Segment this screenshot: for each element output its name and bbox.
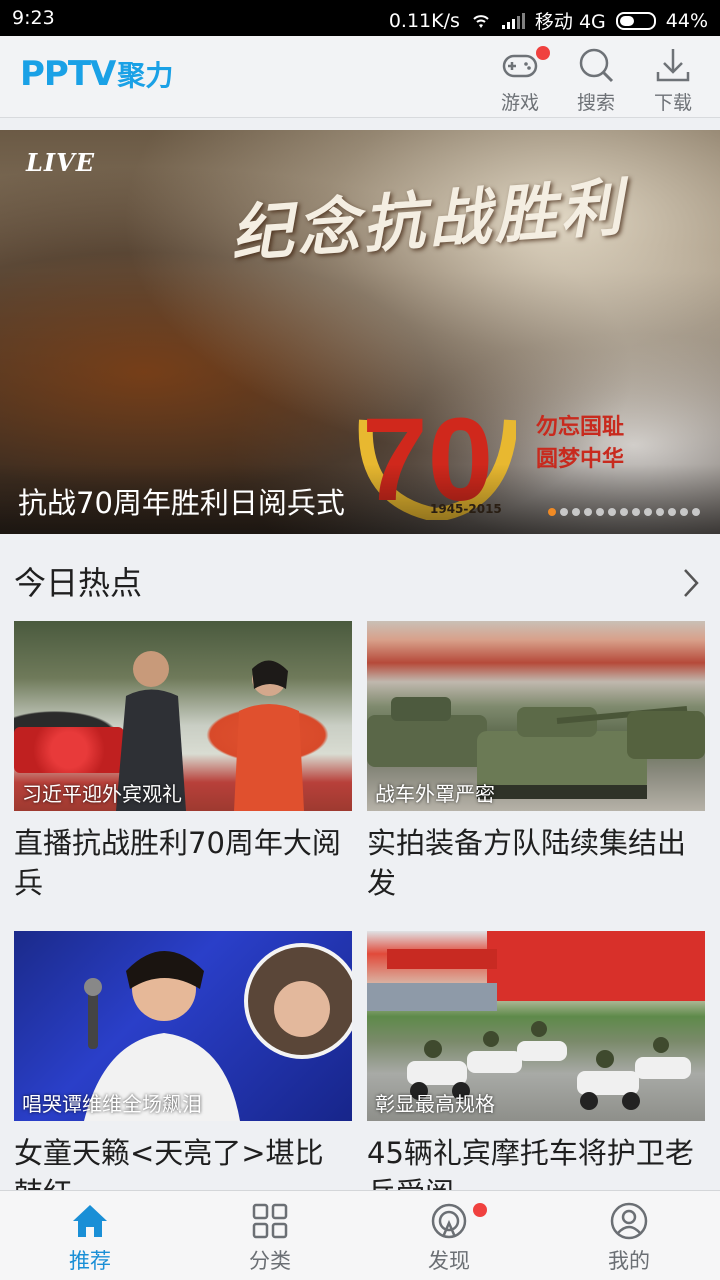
tab-label: 我的 <box>608 1249 650 1273</box>
pagination-dot[interactable] <box>572 508 580 516</box>
signal-icon <box>501 12 525 29</box>
tab-discover[interactable]: 发现 <box>399 1201 499 1275</box>
network-speed: 0.11K/s <box>388 9 460 32</box>
video-card[interactable]: 彰显最高规格 45辆礼宾摩托车将护卫老兵受阅 <box>367 931 705 1213</box>
video-card[interactable]: 唱哭谭维维全场飙泪 女童天籁<天亮了>堪比韩红 <box>14 931 352 1213</box>
logo-suffix: 聚力 <box>117 59 174 92</box>
video-card[interactable]: 战车外罩严密 实拍装备方队陆续集结出发 <box>367 621 705 903</box>
pagination-dot[interactable] <box>656 508 664 516</box>
video-thumbnail[interactable]: 彰显最高规格 <box>367 931 705 1121</box>
pagination-dot[interactable] <box>680 508 688 516</box>
pagination-dot[interactable] <box>644 508 652 516</box>
video-title[interactable]: 直播抗战胜利70周年大阅兵 <box>14 823 352 903</box>
download-button[interactable]: 下载 <box>641 44 705 114</box>
banner-hero-text: 纪念抗战胜利 <box>228 170 629 271</box>
pagination-dot[interactable] <box>560 508 568 516</box>
tab-categories[interactable]: 分类 <box>220 1201 320 1275</box>
live-badge: LIVE <box>26 148 96 177</box>
video-thumbnail[interactable]: 习近平迎外宾观礼 <box>14 621 352 811</box>
carrier-label: 移动 4G <box>534 11 606 33</box>
thumbnail-overlay: 习近平迎外宾观礼 <box>22 782 182 806</box>
games-badge <box>536 46 550 60</box>
discover-badge <box>473 1203 487 1217</box>
banner-pagination[interactable] <box>548 508 700 516</box>
banner-caption: 抗战70周年胜利日阅兵式 <box>18 486 345 520</box>
video-title[interactable]: 实拍装备方队陆续集结出发 <box>367 823 705 903</box>
pptv-logo[interactable]: PPTV 聚力 <box>20 54 173 94</box>
thumbnail-overlay: 唱哭谭维维全场飙泪 <box>22 1092 202 1116</box>
profile-icon <box>610 1202 648 1240</box>
download-label: 下载 <box>653 92 692 114</box>
status-bar: 9:23 0.11K/s 移动 4G 44% <box>0 0 720 36</box>
app-header: PPTV 聚力 游戏 搜索 下载 <box>0 36 720 118</box>
person-figure <box>234 660 304 811</box>
hero-banner[interactable]: LIVE 纪念抗战胜利 70 1945-2015 勿忘国耻 圆梦中华 抗战70周… <box>0 130 720 534</box>
pagination-dot[interactable] <box>584 508 592 516</box>
pagination-dot[interactable] <box>548 508 556 516</box>
home-icon <box>73 1205 107 1237</box>
thumbnail-overlay: 彰显最高规格 <box>375 1092 495 1116</box>
search-icon <box>579 48 614 83</box>
section-title: 今日热点 <box>14 564 143 602</box>
grid-icon <box>252 1203 288 1239</box>
download-icon <box>656 49 690 82</box>
video-thumbnail[interactable]: 唱哭谭维维全场飙泪 <box>14 931 352 1121</box>
search-button[interactable]: 搜索 <box>564 44 628 114</box>
tab-recommend[interactable]: 推荐 <box>40 1201 140 1275</box>
logo-text: PPTV <box>20 54 116 94</box>
video-card[interactable]: 习近平迎外宾观礼 直播抗战胜利70周年大阅兵 <box>14 621 352 903</box>
wifi-icon <box>473 14 489 28</box>
search-label: 搜索 <box>576 92 615 114</box>
tab-label: 发现 <box>428 1249 470 1273</box>
pagination-dot[interactable] <box>620 508 628 516</box>
discover-icon <box>431 1203 467 1239</box>
gamepad-icon <box>502 54 538 78</box>
tab-label: 分类 <box>249 1249 291 1273</box>
slogan-line-1: 勿忘国耻 <box>536 415 625 440</box>
status-time: 9:23 <box>12 7 55 29</box>
games-label: 游戏 <box>500 92 539 114</box>
tab-label: 推荐 <box>69 1249 111 1273</box>
pagination-dot[interactable] <box>608 508 616 516</box>
pagination-dot[interactable] <box>668 508 676 516</box>
battery-icon <box>615 11 656 30</box>
status-right: 0.11K/s 移动 4G 44% <box>389 7 708 34</box>
pagination-dot[interactable] <box>692 508 700 516</box>
tab-profile[interactable]: 我的 <box>579 1201 679 1275</box>
pagination-dot[interactable] <box>632 508 640 516</box>
chevron-right-icon[interactable] <box>680 566 702 600</box>
games-button[interactable]: 游戏 <box>488 44 552 114</box>
pagination-dot[interactable] <box>596 508 604 516</box>
bottom-tab-bar: 推荐 分类 发现 我的 <box>0 1190 720 1280</box>
thumbnail-overlay: 战车外罩严密 <box>375 782 495 806</box>
battery-percent: 44% <box>665 9 708 32</box>
video-thumbnail[interactable]: 战车外罩严密 <box>367 621 705 811</box>
